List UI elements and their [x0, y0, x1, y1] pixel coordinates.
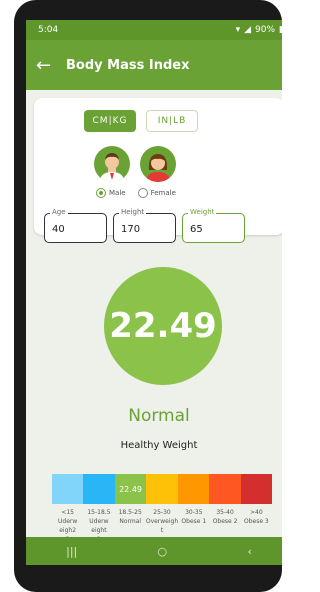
bmi-category: Normal [128, 406, 190, 426]
measurement-fields: Age 40 Height 170 Weight 65 [44, 208, 245, 243]
recents-icon[interactable]: ||| [66, 545, 77, 558]
nav-bar: ||| ○ ‹ [26, 537, 282, 565]
status-time: 5:04 [38, 25, 59, 35]
scale-segment [240, 474, 272, 504]
female-label: Female [150, 189, 176, 197]
phone-frame: 5:04 ▾ ◢ 90% ▮ ← Body Mass Index CM|KG I… [14, 0, 282, 592]
height-label: Height [119, 208, 147, 216]
nav-back-icon[interactable]: ‹ [247, 545, 251, 558]
female-radio[interactable]: Female [137, 188, 176, 198]
unit-metric-button[interactable]: CM|KG [84, 110, 136, 132]
wifi-icon: ▾ [235, 25, 241, 35]
screen: 5:04 ▾ ◢ 90% ▮ ← Body Mass Index CM|KG I… [26, 20, 282, 565]
weight-label: Weight [188, 208, 217, 216]
scale-segment [177, 474, 210, 504]
scale-segment [146, 474, 178, 504]
age-value: 40 [52, 224, 65, 235]
height-value: 170 [121, 224, 141, 235]
scale-segment [209, 474, 241, 504]
radio-checked-icon [96, 188, 106, 198]
scale-segment [83, 474, 115, 504]
bmi-scale-bar: 22.49 [52, 474, 272, 504]
status-icons: ▾ ◢ 90% ▮ [236, 25, 282, 35]
bmi-value: 22.49 [109, 306, 217, 346]
page-title: Body Mass Index [66, 57, 190, 73]
male-radio[interactable]: Male [96, 188, 126, 198]
back-arrow-icon[interactable]: ← [36, 55, 62, 76]
scale-segment [52, 474, 84, 504]
age-field[interactable]: Age 40 [44, 208, 107, 243]
age-label: Age [50, 208, 68, 216]
battery-text: 90% [255, 25, 276, 35]
input-card: CM|KG IN|LB Male Female Age 40 Height 17… [34, 98, 282, 243]
male-label: Male [109, 189, 126, 197]
app-bar: ← Body Mass Index [26, 40, 282, 90]
height-field[interactable]: Height 170 [113, 208, 176, 243]
scale-segment: 22.49 [114, 474, 147, 504]
battery-icon: ▮ [279, 25, 282, 35]
home-icon[interactable]: ○ [158, 545, 168, 558]
unit-imperial-button[interactable]: IN|LB [146, 110, 198, 132]
gender-radio-group: Male Female [96, 188, 176, 198]
gender-avatars [94, 146, 176, 182]
female-avatar-icon[interactable] [140, 146, 176, 182]
unit-toggle: CM|KG IN|LB [84, 110, 198, 132]
weight-field[interactable]: Weight 65 [182, 208, 245, 243]
signal-icon: ◢ [244, 25, 252, 35]
male-avatar-icon[interactable] [94, 146, 130, 182]
bmi-result-circle: 22.49 [104, 267, 222, 385]
weight-value: 65 [190, 224, 203, 235]
status-bar: 5:04 ▾ ◢ 90% ▮ [26, 20, 282, 40]
bmi-description: Healthy Weight [120, 440, 198, 451]
radio-unchecked-icon [137, 188, 148, 198]
